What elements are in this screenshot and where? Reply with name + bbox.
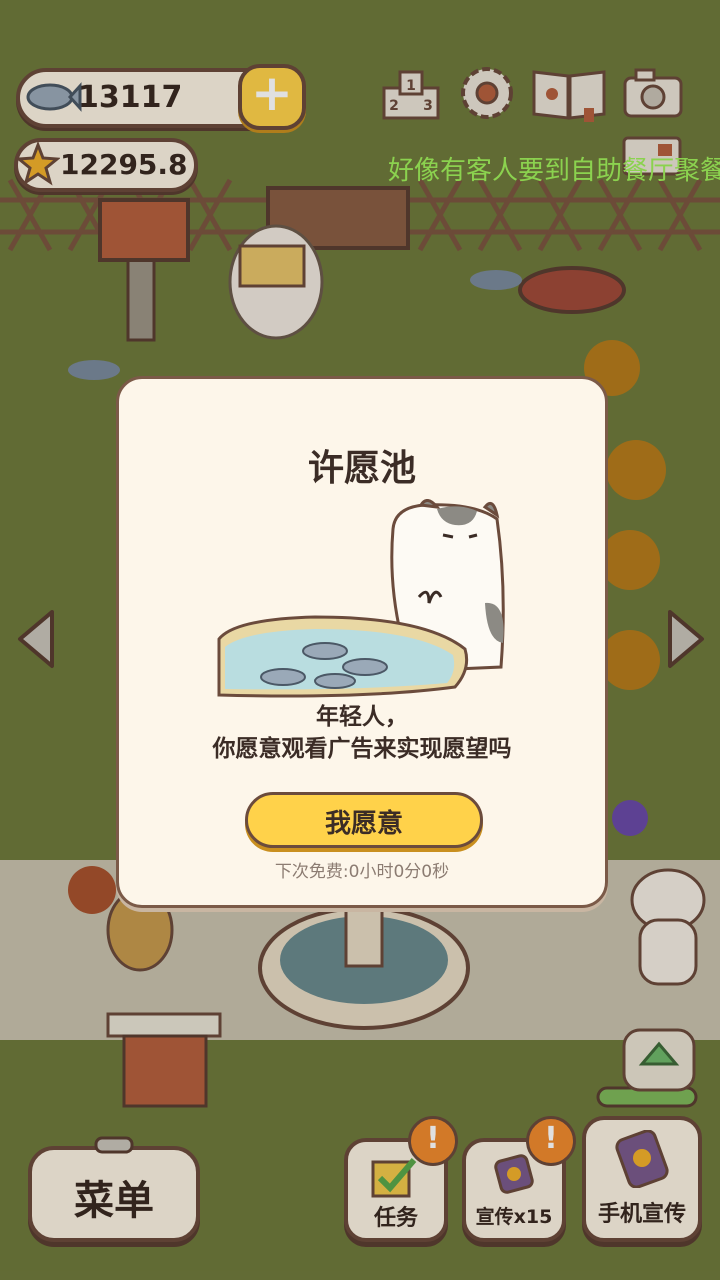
cat-wishing-pool-illustration (217, 499, 505, 698)
dialog-message-line1: 年轻人， (316, 704, 408, 730)
confirm-label: 我愿意 (324, 809, 403, 839)
confirm-watch-ad-button[interactable]: 我愿意 (245, 792, 483, 848)
dialog-message-line2: 你愿意观看广告来实现愿望吗 (212, 736, 512, 762)
dialog-title: 许愿池 (307, 448, 416, 489)
free-timer-text: 下次免费:0小时0分0秒 (274, 862, 450, 882)
wishing-pool-dialog: 许愿池 年轻人， 你愿意观看广告来实现愿望吗 我愿意 下次免费:0小时0分0秒 (116, 376, 608, 908)
